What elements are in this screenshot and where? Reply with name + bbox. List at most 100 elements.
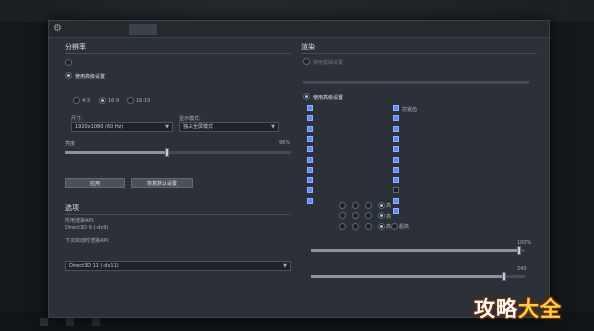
- quality-level-radio[interactable]: [352, 201, 359, 209]
- divider: [65, 53, 291, 54]
- quality-level-radio[interactable]: [352, 222, 359, 230]
- bottom-icon: [92, 318, 100, 326]
- radio-render-basic[interactable]: [303, 58, 310, 65]
- divider: [301, 53, 537, 54]
- render-check-left-9[interactable]: [307, 197, 313, 204]
- render-basic-label: 使用基础设置: [313, 60, 344, 66]
- tab-2[interactable]: [99, 24, 123, 35]
- brightness-slider[interactable]: [65, 148, 291, 157]
- fps-limit-slider[interactable]: [311, 272, 525, 281]
- api-note-1: 下次启动时渲染API:: [65, 238, 110, 244]
- fps-limit-slider-fill: [311, 275, 504, 278]
- brightness-label: 亮度: [65, 141, 76, 147]
- quality-level-radio[interactable]: [378, 201, 385, 209]
- watermark-text-2: 大全: [518, 297, 562, 321]
- render-check-right-10[interactable]: [393, 208, 399, 214]
- render-advanced-label: 使用高级设置: [313, 95, 344, 101]
- render-check-left-4[interactable]: [307, 146, 313, 153]
- render-check-left-5[interactable]: [307, 156, 313, 163]
- game-top-bar: [0, 0, 594, 22]
- quality-level-label: 高: [386, 203, 392, 209]
- radio-advanced[interactable]: [65, 72, 72, 79]
- render-check-left-0[interactable]: [307, 105, 313, 111]
- options-title: 选项: [65, 204, 79, 212]
- aspect-4-3-radio[interactable]: [73, 97, 80, 104]
- render-check-right-1[interactable]: [393, 115, 399, 122]
- render-check-right-8[interactable]: [393, 187, 399, 194]
- render-check-right-4[interactable]: [393, 146, 399, 153]
- api-select-value: Direct3D 11 (-dx11): [69, 263, 119, 269]
- quality-level-radio[interactable]: [365, 222, 372, 230]
- quality-level-radio[interactable]: [365, 201, 372, 209]
- render-title: 渲染: [301, 43, 315, 51]
- bottom-icon: [66, 318, 74, 326]
- chevron-down-icon: ▼: [283, 263, 287, 269]
- tab-1[interactable]: [71, 24, 95, 35]
- chevron-down-icon: ▼: [271, 124, 275, 130]
- tab-video[interactable]: [129, 24, 157, 35]
- render-check-left-6[interactable]: [307, 166, 313, 173]
- settings-window: ⚙ 分辨率 使用高级设置 4:3 16:9 16:10 尺寸: 1920x108…: [48, 20, 550, 318]
- fps-limit-slider-thumb[interactable]: [502, 272, 506, 281]
- quality-level-radio[interactable]: [391, 222, 398, 230]
- render-check-right-2[interactable]: [393, 125, 399, 132]
- render-check-left-8[interactable]: [307, 187, 313, 194]
- render-check-left-1[interactable]: [307, 115, 313, 122]
- render-basic-slider: [303, 81, 529, 84]
- radio-native[interactable]: [65, 59, 72, 66]
- render-quality-slider-fill: [311, 249, 519, 252]
- radio-render-advanced[interactable]: [303, 93, 310, 100]
- display-mode-select[interactable]: 独占全屏模式 ▼: [179, 122, 279, 132]
- slider2-value: 240: [517, 266, 527, 272]
- aspect-16-9-label: 16:9: [108, 98, 120, 104]
- quality-level-radio[interactable]: [339, 222, 346, 230]
- render-quality-slider-thumb[interactable]: [517, 246, 521, 255]
- quality-level-radio[interactable]: [339, 212, 346, 219]
- aspect-16-10-radio[interactable]: [127, 97, 134, 104]
- display-mode-label: 显示模式:: [179, 116, 201, 122]
- tab-bar: ⚙: [49, 21, 549, 38]
- gear-icon[interactable]: ⚙: [53, 24, 63, 34]
- api-label: 所用渲染API:: [65, 218, 95, 224]
- divider: [65, 214, 291, 215]
- quality-level-label: 超高: [399, 224, 410, 230]
- size-label: 尺寸:: [71, 116, 83, 122]
- watermark-logo: 攻略大全: [474, 293, 562, 323]
- size-value: 1920x1080 (60 Hz): [75, 124, 124, 130]
- quality-level-radio[interactable]: [339, 201, 346, 209]
- api-value: Direct3D 9 (-dx9): [65, 225, 109, 231]
- aspect-16-9-radio[interactable]: [99, 97, 106, 104]
- brightness-slider-thumb[interactable]: [165, 148, 169, 157]
- apply-button[interactable]: 应用: [65, 178, 125, 188]
- aspect-4-3-label: 4:3: [82, 98, 91, 104]
- brightness-value: 96%: [279, 140, 291, 146]
- restore-defaults-button[interactable]: 恢复默认设置: [131, 178, 193, 188]
- render-check-right-3[interactable]: [393, 135, 399, 142]
- render-check-right-label: 抗锯齿: [402, 106, 418, 113]
- render-check-right-5[interactable]: [393, 156, 399, 163]
- quality-level-radio[interactable]: [378, 222, 385, 230]
- render-check-left-3[interactable]: [307, 135, 313, 142]
- size-select[interactable]: 1920x1080 (60 Hz) ▼: [71, 122, 173, 132]
- quality-level-label: 高: [386, 213, 392, 220]
- render-check-right-6[interactable]: [393, 166, 399, 173]
- quality-level-radio[interactable]: [365, 212, 372, 219]
- resolution-title: 分辨率: [65, 43, 86, 51]
- quality-level-radio[interactable]: [378, 212, 385, 219]
- watermark-text-1: 攻略: [474, 297, 518, 321]
- render-check-right-7[interactable]: [393, 177, 399, 184]
- render-check-right-0[interactable]: [393, 105, 399, 111]
- tab-4[interactable]: [161, 24, 185, 35]
- quality-level-radio[interactable]: [352, 212, 359, 219]
- render-check-left-2[interactable]: [307, 125, 313, 132]
- api-select[interactable]: Direct3D 11 (-dx11) ▼: [65, 261, 291, 271]
- render-check-right-9[interactable]: [393, 197, 399, 204]
- render-quality-slider[interactable]: [311, 246, 525, 255]
- chevron-down-icon: ▼: [165, 124, 169, 130]
- display-mode-value: 独占全屏模式: [183, 124, 214, 130]
- bottom-icon: [40, 318, 48, 326]
- brightness-slider-fill: [65, 151, 167, 154]
- opt-advanced-label: 使用高级设置: [75, 74, 106, 80]
- aspect-16-10-label: 16:10: [136, 98, 151, 104]
- render-check-left-7[interactable]: [307, 177, 313, 184]
